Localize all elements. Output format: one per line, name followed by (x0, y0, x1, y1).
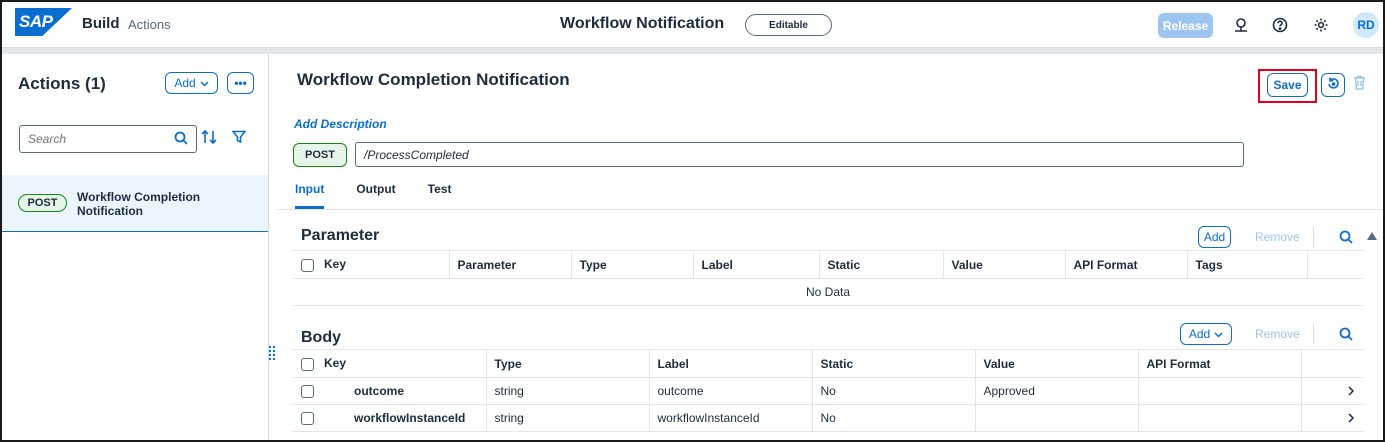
tab-output[interactable]: Output (356, 182, 395, 209)
editable-status-button[interactable]: Editable (745, 14, 832, 36)
action-title: Workflow Completion Notification (297, 70, 570, 89)
body-add-button[interactable]: Add (1180, 323, 1232, 345)
action-search-field[interactable] (19, 125, 197, 153)
no-data-text: No Data (293, 278, 1363, 306)
filter-icon[interactable] (231, 130, 247, 147)
method-selector[interactable]: POST (293, 143, 347, 167)
column-header: Type (485, 349, 649, 378)
add-action-button[interactable]: Add (165, 72, 218, 94)
body-section-title: Body (301, 329, 341, 346)
chevron-down-icon (1214, 327, 1223, 341)
brand-name: Build (82, 15, 120, 32)
actions-list-panel: Actions (1) Add ••• POST Workflow Comple… (2, 54, 269, 440)
undo-icon (1327, 77, 1340, 93)
row-api-format (1137, 404, 1301, 432)
row-type: string (485, 377, 649, 405)
detail-tabs: Input Output Test (295, 182, 483, 209)
column-header: Key (293, 349, 486, 378)
scroll-up-icon[interactable] (1367, 232, 1377, 243)
body-table: Key Type Label Static Value API Format o… (293, 349, 1363, 432)
body-remove-button[interactable]: Remove (1255, 327, 1300, 341)
settings-icon[interactable] (1310, 14, 1332, 36)
row-value (974, 404, 1138, 432)
column-header (1306, 250, 1363, 279)
select-all-checkbox[interactable] (301, 357, 314, 371)
table-header-row: Key Parameter Type Label Static Value AP… (293, 250, 1363, 279)
row-checkbox[interactable] (301, 385, 314, 399)
path-input[interactable]: /ProcessCompleted (355, 142, 1244, 167)
shell-bar: SAP ® Build Actions Workflow Notificatio… (2, 2, 1383, 48)
column-header: Type (570, 250, 693, 279)
table-row: No Data (293, 278, 1363, 306)
row-label: outcome (648, 377, 812, 405)
tab-test[interactable]: Test (428, 182, 452, 209)
column-header (1300, 349, 1363, 378)
table-row[interactable]: workflowInstanceId string workflowInstan… (293, 404, 1363, 432)
row-navigate-icon[interactable] (1300, 377, 1363, 405)
brand-section: Actions (128, 17, 171, 32)
row-static: No (811, 377, 975, 405)
column-header: API Format (1137, 349, 1301, 378)
action-detail-panel: Workflow Completion Notification Save Ad… (277, 54, 1383, 440)
user-avatar[interactable]: RD (1353, 12, 1379, 38)
row-api-format (1137, 377, 1301, 405)
table-header-row: Key Type Label Static Value API Format (293, 349, 1363, 378)
column-header: Static (818, 250, 943, 279)
row-checkbox[interactable] (301, 412, 314, 426)
tabs-divider (277, 209, 1383, 210)
table-row[interactable]: outcome string outcome No Approved (293, 377, 1363, 405)
parameter-add-button[interactable]: Add (1198, 226, 1231, 248)
row-key: workflowInstanceId (354, 410, 466, 425)
save-button[interactable]: Save (1267, 73, 1308, 97)
column-header: API Format (1064, 250, 1187, 279)
action-list-item[interactable]: POST Workflow Completion Notification (2, 175, 268, 232)
search-input[interactable] (28, 132, 174, 146)
sap-logo[interactable]: SAP ® (15, 8, 72, 36)
column-header: Label (692, 250, 819, 279)
column-header: Static (811, 349, 975, 378)
parameter-table: Key Parameter Type Label Static Value AP… (293, 250, 1363, 306)
release-button[interactable]: Release (1158, 13, 1213, 38)
chevron-down-icon (200, 76, 209, 90)
row-static: No (811, 404, 975, 432)
column-header: Value (974, 349, 1138, 378)
row-navigate-icon[interactable] (1300, 404, 1363, 432)
row-key: outcome (354, 383, 405, 398)
column-header: Value (942, 250, 1065, 279)
actions-list-title: Actions (1) (18, 74, 106, 93)
app-frame: SAP ® Build Actions Workflow Notificatio… (0, 0, 1385, 442)
splitter-grip-icon[interactable] (268, 345, 276, 361)
delete-icon[interactable] (1353, 75, 1366, 94)
action-name: Workflow Completion Notification (77, 190, 201, 218)
sort-icon[interactable] (201, 129, 217, 147)
row-type: string (485, 404, 649, 432)
parameter-search-icon[interactable] (1339, 230, 1353, 247)
parameter-remove-button[interactable]: Remove (1255, 230, 1300, 244)
project-title: Workflow Notification (560, 15, 725, 32)
revert-button[interactable] (1321, 73, 1345, 97)
tab-input[interactable]: Input (295, 182, 325, 209)
column-header: Key (293, 250, 449, 279)
help-icon[interactable] (1269, 14, 1291, 36)
toolbar-separator (1313, 324, 1314, 344)
method-badge: POST (18, 194, 67, 212)
toolbar-separator (1313, 227, 1314, 247)
more-options-button[interactable]: ••• (227, 72, 254, 94)
select-all-checkbox[interactable] (301, 258, 314, 272)
body-search-icon[interactable] (1339, 327, 1353, 344)
feedback-icon[interactable] (1230, 14, 1252, 36)
add-description-link[interactable]: Add Description (294, 117, 387, 131)
column-header: Tags (1186, 250, 1307, 279)
row-value: Approved (974, 377, 1138, 405)
parameter-section-title: Parameter (301, 227, 380, 244)
search-icon[interactable] (174, 131, 188, 148)
row-label: workflowInstanceId (648, 404, 812, 432)
column-header: Label (648, 349, 812, 378)
column-header: Parameter (448, 250, 571, 279)
